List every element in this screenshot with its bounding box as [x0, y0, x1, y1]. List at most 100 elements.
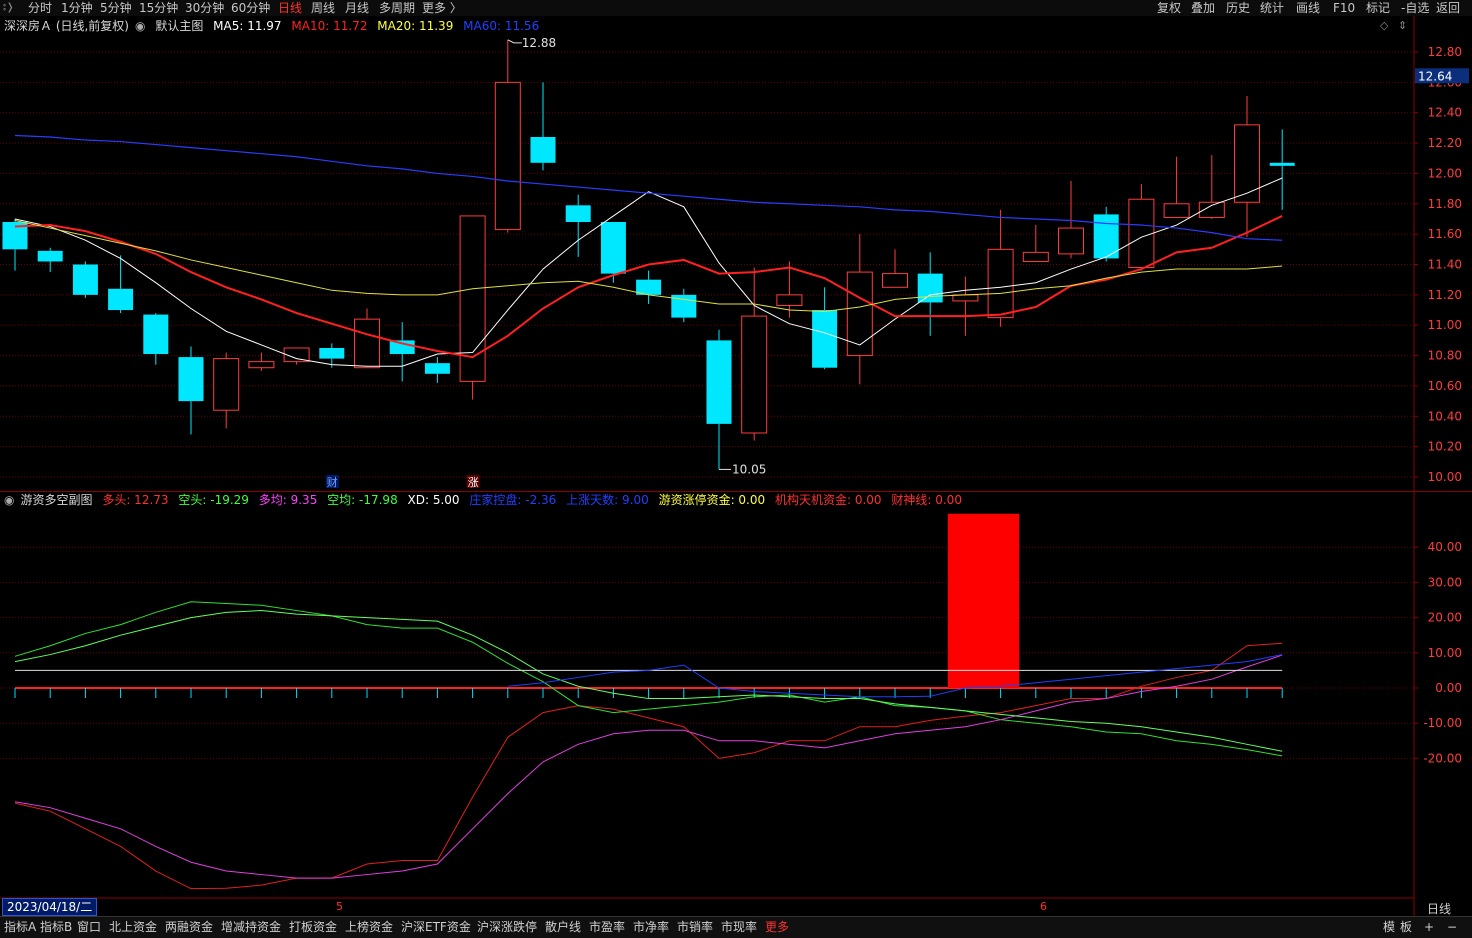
tab-zhibiao-a[interactable]: 指标A: [4, 917, 36, 938]
period-tab-5min[interactable]: 5分钟: [100, 0, 132, 16]
period-label: 日线: [1427, 902, 1452, 916]
price-tick-label: 10.40: [1428, 409, 1462, 423]
price-axis: 12.8012.6012.4012.2012.0011.8011.6011.40…: [1414, 45, 1469, 765]
high-pointer: [507, 39, 522, 44]
candle-up: [354, 318, 380, 369]
zoom-in-button[interactable]: +: [1424, 917, 1434, 938]
caishen-bar: [947, 513, 984, 688]
candle-up: [1022, 251, 1049, 262]
candle-up: [952, 294, 979, 302]
board-button[interactable]: 板: [1400, 917, 1412, 938]
tab-holding-change[interactable]: 增减持资金: [221, 917, 281, 938]
candle-up: [846, 271, 873, 357]
high-price-label: 12.88: [522, 36, 556, 50]
period-tab-60min[interactable]: 60分钟: [231, 0, 270, 16]
sub-tick-label: 30.00: [1428, 575, 1462, 589]
price-tick-label: 10.00: [1428, 470, 1462, 484]
tab-window[interactable]: 窗口: [77, 917, 101, 938]
price-tick-label: 11.00: [1428, 318, 1462, 332]
low-price-label: 10.05: [732, 462, 766, 476]
candle-down: [917, 273, 943, 303]
tab-pb[interactable]: 市净率: [633, 917, 669, 938]
chart-canvas[interactable]: 12.8810.05财涨 12.8012.6012.4012.2012.0011…: [0, 16, 1472, 916]
sub-tick-label: 40.00: [1428, 540, 1462, 554]
candle-down: [319, 347, 345, 359]
candle-up: [776, 294, 803, 306]
price-tick-label: 10.20: [1428, 440, 1462, 454]
period-tab-monthly[interactable]: 月线: [345, 0, 369, 16]
template-button[interactable]: 模: [1383, 917, 1395, 938]
tab-limit[interactable]: 沪深涨跌停: [477, 917, 537, 938]
candle-up: [494, 81, 521, 231]
sub-tick-label: 0.00: [1435, 681, 1462, 695]
price-tick-label: 12.80: [1428, 45, 1462, 59]
tab-retail[interactable]: 散户线: [545, 917, 581, 938]
period-tab-weekly[interactable]: 周线: [311, 0, 335, 16]
period-tab-1min[interactable]: 1分钟: [61, 0, 93, 16]
remove-watchlist-button[interactable]: -自选: [1401, 0, 1429, 16]
candle-down: [143, 314, 169, 355]
candle-up: [882, 273, 908, 288]
candle-up: [213, 358, 240, 411]
menu-toggle-icon[interactable]: ⦂❭: [3, 0, 14, 16]
price-tick-label: 11.20: [1428, 288, 1462, 302]
caishen-bar: [983, 513, 1020, 688]
tab-zhibiao-b[interactable]: 指标B: [40, 917, 72, 938]
stats-button[interactable]: 统计: [1260, 0, 1284, 16]
overlay-button[interactable]: 叠加: [1191, 0, 1215, 16]
tab-pe[interactable]: 市盈率: [589, 917, 625, 938]
period-tab-more[interactable]: 更多 〉: [422, 0, 462, 16]
candle-up: [987, 248, 1014, 319]
sub-line-%E7%A9%BA%E5%A4%B4: [14, 601, 1283, 757]
candle-down: [706, 340, 732, 424]
price-tick-label: 11.40: [1428, 258, 1462, 272]
candle-down: [37, 250, 63, 262]
current-price-label: 12.64: [1418, 69, 1452, 83]
period-tab-30min[interactable]: 30分钟: [185, 0, 224, 16]
sub-tick-label: -10.00: [1423, 716, 1462, 730]
mark-button[interactable]: 标记: [1366, 0, 1390, 16]
tab-ps[interactable]: 市销率: [677, 917, 713, 938]
ma-line-ma60: [14, 134, 1283, 241]
price-tick-label: 12.40: [1428, 106, 1462, 120]
sub-chart: [14, 513, 1283, 890]
f10-button[interactable]: F10: [1333, 0, 1355, 16]
tab-more[interactable]: 更多: [765, 917, 789, 938]
zoom-out-button[interactable]: −: [1447, 917, 1457, 938]
tab-northbound[interactable]: 北上资金: [109, 917, 157, 938]
cursor-date-label: 2023/04/18/二: [2, 898, 98, 916]
candle-up: [1058, 227, 1084, 255]
tab-pcf[interactable]: 市现率: [721, 917, 757, 938]
period-tab-multi[interactable]: 多周期: [379, 0, 415, 16]
candle-down: [565, 205, 591, 222]
candle-down: [1269, 162, 1295, 166]
tab-shangbang[interactable]: 上榜资金: [345, 917, 393, 938]
sub-line-%E5%A4%9A%E5%A4%B4: [14, 642, 1283, 890]
top-toolbar: ⦂❭ 分时 1分钟 5分钟 15分钟 30分钟 60分钟 日线 周线 月线 多周…: [0, 0, 1472, 16]
tab-etf[interactable]: 沪深ETF资金: [401, 917, 471, 938]
tab-daban[interactable]: 打板资金: [289, 917, 337, 938]
candle-up: [741, 315, 768, 434]
fuquan-button[interactable]: 复权: [1157, 0, 1181, 16]
sub-tick-label: 10.00: [1428, 646, 1462, 660]
price-tick-label: 10.60: [1428, 379, 1462, 393]
candle-up: [1163, 203, 1190, 218]
draw-line-button[interactable]: 画线: [1296, 0, 1320, 16]
period-tab-fenshi[interactable]: 分时: [28, 0, 52, 16]
period-tab-15min[interactable]: 15分钟: [139, 0, 178, 16]
sub-tick-label: 20.00: [1428, 611, 1462, 625]
period-tab-daily[interactable]: 日线: [278, 0, 302, 16]
sub-tick-label: -20.00: [1423, 751, 1462, 765]
marker-cai: 财: [327, 475, 338, 489]
back-button[interactable]: 返回: [1436, 0, 1460, 16]
candle-down: [108, 288, 134, 311]
price-tick-label: 11.80: [1428, 197, 1462, 211]
history-button[interactable]: 历史: [1226, 0, 1250, 16]
candle-down: [812, 310, 838, 368]
candle-down: [530, 137, 556, 163]
candle-down: [424, 363, 450, 374]
candle-up: [248, 361, 275, 369]
grid-layer: [0, 16, 1415, 916]
tab-margin[interactable]: 两融资金: [165, 917, 213, 938]
price-tick-label: 12.20: [1428, 136, 1462, 150]
